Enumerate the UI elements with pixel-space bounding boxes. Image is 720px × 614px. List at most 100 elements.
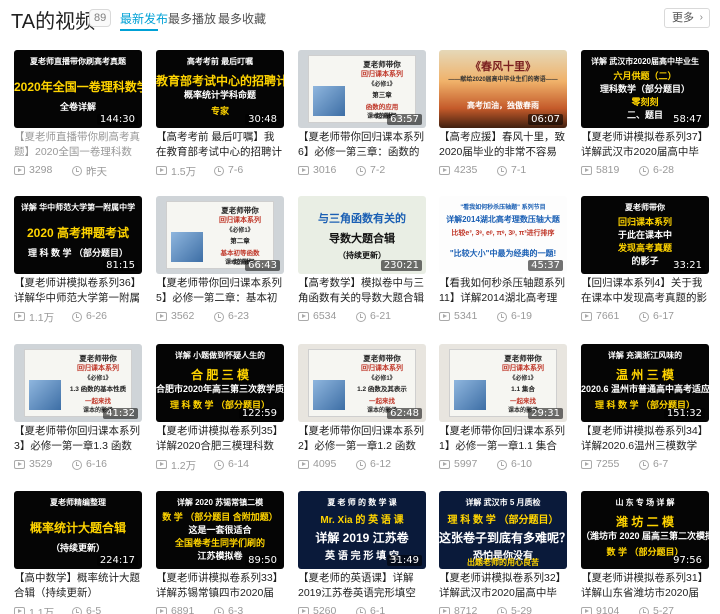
video-thumbnail[interactable]: 夏老师带你 回归课本系列 《必修1》 1.3 函数的基本性质 一起来找 课本的影子 41:3… <box>14 344 142 422</box>
video-card[interactable]: 山 东 专 场 详 解潍 坊 二 模（潍坊市 2020 届高三第二次模拟考试）数… <box>581 491 709 614</box>
video-title[interactable]: 【高考数学】模拟卷中与三角函数有关的导数大题合辑（持 <box>298 276 426 306</box>
cube-illustration <box>313 86 345 116</box>
video-title[interactable]: 【夏老师带你回归课本系列2】必修一第一章1.2 函数及其 <box>298 424 426 454</box>
video-title[interactable]: 【夏老师讲模拟卷系列35】详解2020合肥三模理科数学 <box>156 424 284 454</box>
video-title[interactable]: 【夏老师的英语课】详解2019江苏卷英语完形填空 <box>298 571 426 601</box>
publish-date: 5-29 <box>511 605 533 614</box>
thumbnail-text: 一起来找 <box>369 398 395 405</box>
play-count: 5819 <box>596 164 620 176</box>
video-card[interactable]: 高考考前 最后叮嘱教育部考试中心的招聘计划中发现概率统计学科命题专家30:48【… <box>156 50 284 188</box>
video-thumbnail[interactable]: 高考考前 最后叮嘱教育部考试中心的招聘计划中发现概率统计学科命题专家30:48 <box>156 50 284 128</box>
video-title[interactable]: 【夏老师直播带你刷高考真题】2020全国一卷理科数学 <box>14 130 142 160</box>
video-meta: 1.2万 6-14 <box>156 458 284 472</box>
thumbnail-text: 这是一套很适合 <box>188 525 252 535</box>
video-title[interactable]: 【夏老师讲模拟卷系列34】详解2020.6温州三模数学（部分 <box>581 424 709 454</box>
video-title[interactable]: 【高中数学】概率统计大题合辑（持续更新） <box>14 571 142 601</box>
video-card[interactable]: 夏老师带你 回归课本系列 《必修1》 1.1 集合 一起来找 课本的影子 29:31 【夏老师… <box>439 344 567 482</box>
video-card[interactable]: 详解 小题做到怀疑人生的合 肥 三 模合肥市2020年高三第三次教学质量检测理 … <box>156 344 284 482</box>
video-card[interactable]: 夏老师带你 回归课本系列 《必修1》 第二章 基本初等函数 一起来找 课本的影子 66:43 【… <box>156 196 284 334</box>
video-thumbnail[interactable]: 夏老师直播带你刷高考真题 2020年全国一卷理科数学 全卷详解 144:30 <box>14 50 142 128</box>
thumbnail-text: 回归课本系列 <box>361 365 403 372</box>
video-thumbnail[interactable]: 夏老师带你 回归课本系列 《必修1》 第二章 基本初等函数 一起来找 课本的影子 66:43 <box>156 196 284 274</box>
video-card[interactable]: 夏老师带你 回归课本系列 于此在课本中 发现高考真题 的影子 33:21 【回归课本系列4】… <box>581 196 709 334</box>
thumbnail-text: 第二章 <box>230 238 250 245</box>
video-title[interactable]: 【夏老师讲模拟卷系列36】详解华中师范大学第一附属中学 <box>14 276 142 306</box>
video-thumbnail[interactable]: 详解 武汉市 5 月质检理 科 数 学 （部分题目） 这张卷子到底有多难呢？ 恐怕是… <box>439 491 567 569</box>
video-duration: 33:21 <box>670 260 705 271</box>
video-thumbnail[interactable]: 夏 老 师 的 数 学 课 Mr. Xia 的 英 语 课详解 2019 江苏卷英… <box>298 491 426 569</box>
thumbnail-text: 夏 老 师 的 数 学 课 <box>327 498 397 507</box>
video-thumbnail[interactable]: 详解 小题做到怀疑人生的合 肥 三 模合肥市2020年高三第三次教学质量检测理 … <box>156 344 284 422</box>
video-card[interactable]: 《春风十里》 ——献给2020届高中毕业生们的寄语—— 高考加油，独傲春雨 06:07… <box>439 50 567 188</box>
video-duration: 30:48 <box>245 114 280 125</box>
video-thumbnail[interactable]: 《春风十里》 ——献给2020届高中毕业生们的寄语—— 高考加油，独傲春雨 06:07 <box>439 50 567 128</box>
video-card[interactable]: 夏老师直播带你刷高考真题 2020年全国一卷理科数学 全卷详解 144:30 【夏老师直… <box>14 50 142 188</box>
publish-date: 6-7 <box>653 458 669 470</box>
video-thumbnail[interactable]: 与三角函数有关的 导数大题合辑 （持续更新） 230:21 <box>298 196 426 274</box>
video-card[interactable]: 夏老师带你 回归课本系列 《必修1》 第三章 函数的应用 一起来找 课本的影子 63:57 【夏… <box>298 50 426 188</box>
thumbnail-text: "比较大小"中最为经典的一题! <box>449 249 557 258</box>
video-card[interactable]: 与三角函数有关的 导数大题合辑 （持续更新） 230:21 【高考数学】模拟卷中与三角函… <box>298 196 426 334</box>
video-thumbnail[interactable]: 夏老师带你 回归课本系列 《必修1》 1.1 集合 一起来找 课本的影子 29:31 <box>439 344 567 422</box>
video-title[interactable]: 【回归课本系列4】关于我在课本中发现高考真题的影子这 <box>581 276 709 306</box>
video-title[interactable]: 【夏老师讲模拟卷系列37】详解武汉市2020届高中毕业生 <box>581 130 709 160</box>
video-title[interactable]: 【夏老师讲模拟卷系列33】详解苏锡常镇四市2020届高三 <box>156 571 284 601</box>
video-card[interactable]: "看我如何秒杀压轴题" 系列节目 详解2014湖北高考理数压轴大题 比较e³, 3ᵉ… <box>439 196 567 334</box>
video-card[interactable]: 夏老师带你 回归课本系列 《必修1》 1.3 函数的基本性质 一起来找 课本的影子 41:3… <box>14 344 142 482</box>
video-title[interactable]: 【夏老师讲模拟卷系列32】详解武汉市2020届高中毕业生 <box>439 571 567 601</box>
video-title[interactable]: 【高考应援】春风十里，致2020届毕业的非常不容易的 <box>439 130 567 160</box>
video-thumbnail[interactable]: 详解 武汉市2020届高中毕业生 六月供题（二） 理科数学（部分题目） 零刻刻 二、题目… <box>581 50 709 128</box>
video-thumbnail[interactable]: 夏老师带你 回归课本系列 《必修1》 1.2 函数及其表示 一起来找 课本的影子 62:48 <box>298 344 426 422</box>
video-duration: 66:43 <box>245 260 280 271</box>
clock-icon <box>497 312 507 322</box>
thumbnail-text: 一起来找 <box>85 398 111 405</box>
clock-icon <box>497 607 507 614</box>
thumbnail-text: 详解2014湖北高考理数压轴大题 <box>446 215 560 224</box>
publish-date: 昨天 <box>86 166 107 178</box>
video-title[interactable]: 【夏老师讲模拟卷系列31】详解山东省潍坊市2020届高三 <box>581 571 709 601</box>
publish-date: 6-16 <box>86 458 108 470</box>
thumbnail-text: 2020年全国一卷理科数学 <box>14 80 142 94</box>
thumbnail-text: 详解 武汉市2020届高中毕业生 <box>590 57 700 66</box>
video-meta: 3016 7-2 <box>298 164 426 178</box>
clock-icon <box>214 460 224 470</box>
thumbnail-text: 回归课本系列 <box>361 71 403 78</box>
video-card[interactable]: 详解 2020 苏锡常镇二模数 学 （部分题目 含附加题） 这是一套很适合 全国卷考… <box>156 491 284 614</box>
video-title[interactable]: 【夏老师带你回归课本系列6】必修一第三章：函数的应 <box>298 130 426 160</box>
video-card[interactable]: 详解 华中师范大学第一附属中学 2020 高考押题考试理 科 数 学 （部分题目）… <box>14 196 142 334</box>
video-title[interactable]: 【夏老师带你回归课本系列1】必修一第一章1.1 集合 <box>439 424 567 454</box>
video-thumbnail[interactable]: 夏老师带你 回归课本系列 于此在课本中 发现高考真题 的影子 33:21 <box>581 196 709 274</box>
video-thumbnail[interactable]: 详解 2020 苏锡常镇二模数 学 （部分题目 含附加题） 这是一套很适合 全国卷考… <box>156 491 284 569</box>
video-card[interactable]: 详解 武汉市 5 月质检理 科 数 学 （部分题目） 这张卷子到底有多难呢？ 恐怕是… <box>439 491 567 614</box>
video-card[interactable]: 夏老师带你 回归课本系列 《必修1》 1.2 函数及其表示 一起来找 课本的影子 62:48… <box>298 344 426 482</box>
play-count-icon <box>156 607 167 614</box>
video-title[interactable]: 【夏老师带你回归课本系列5】必修一第二章：基本初等 <box>156 276 284 306</box>
video-title[interactable]: 【高考考前 最后叮嘱】我在教育部考试中心的招聘计划中发 <box>156 130 284 160</box>
video-title[interactable]: 【夏老师带你回归课本系列3】必修一第一章1.3 函数的基 <box>14 424 142 454</box>
video-duration: 144:30 <box>96 114 138 125</box>
thumbnail-text: 这张卷子到底有多难呢？ <box>439 531 567 545</box>
thumbnail-text: 基本初等函数 <box>220 250 260 257</box>
video-thumbnail[interactable]: 夏老师精编整理 概率统计大题合辑 （持续更新） 224:17 <box>14 491 142 569</box>
clock-icon <box>356 166 366 176</box>
play-count: 9104 <box>596 605 620 614</box>
clock-icon <box>639 607 649 614</box>
video-thumbnail[interactable]: 夏老师带你 回归课本系列 《必修1》 第三章 函数的应用 一起来找 课本的影子 63:57 <box>298 50 426 128</box>
thumbnail-text: 出题老师的用心良苦 <box>467 558 539 567</box>
publish-date: 6-1 <box>370 605 386 614</box>
video-card[interactable]: 夏 老 师 的 数 学 课 Mr. Xia 的 英 语 课详解 2019 江苏卷英… <box>298 491 426 614</box>
thumbnail-text: 第三章 <box>372 92 392 99</box>
thumbnail-text: "看我如何秒杀压轴题" 系列节目 <box>460 205 546 211</box>
video-thumbnail[interactable]: 详解 华中师范大学第一附属中学 2020 高考押题考试理 科 数 学 （部分题目）… <box>14 196 142 274</box>
thumbnail-text: 《必修1》 <box>226 228 254 234</box>
video-grid: 夏老师直播带你刷高考真题 2020年全国一卷理科数学 全卷详解 144:30 【夏老师直… <box>0 0 720 614</box>
textbook-cover-image: 夏老师带你 回归课本系列 《必修1》 第三章 函数的应用 一起来找 课本的影子 <box>308 55 416 123</box>
video-thumbnail[interactable]: 详解 充满浙江风味的温 州 三 模2020.6 温州市普通高中高考适应性测试理 … <box>581 344 709 422</box>
video-title[interactable]: 【看我如何秒杀压轴题系列11】详解2014湖北高考理数压轴 <box>439 276 567 306</box>
video-thumbnail[interactable]: "看我如何秒杀压轴题" 系列节目 详解2014湖北高考理数压轴大题 比较e³, 3ᵉ… <box>439 196 567 274</box>
video-card[interactable]: 详解 武汉市2020届高中毕业生 六月供题（二） 理科数学（部分题目） 零刻刻 二、题目… <box>581 50 709 188</box>
video-card[interactable]: 详解 充满浙江风味的温 州 三 模2020.6 温州市普通高中高考适应性测试理 … <box>581 344 709 482</box>
thumbnail-text: 山 东 专 场 详 解 <box>615 498 675 507</box>
video-card[interactable]: 夏老师精编整理 概率统计大题合辑 （持续更新） 224:17 【高中数学】概率统计大题合… <box>14 491 142 614</box>
video-thumbnail[interactable]: 山 东 专 场 详 解潍 坊 二 模（潍坊市 2020 届高三第二次模拟考试）数… <box>581 491 709 569</box>
